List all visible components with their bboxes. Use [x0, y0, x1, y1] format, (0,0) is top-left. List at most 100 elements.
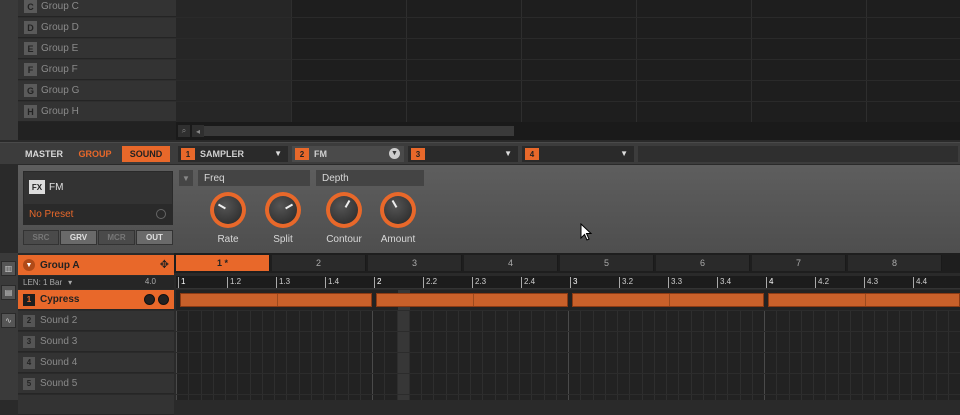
chevron-down-icon[interactable]: ▼	[504, 149, 512, 158]
waveform-icon[interactable]: ∿	[1, 313, 16, 328]
pattern-slot[interactable]: 8	[848, 255, 942, 271]
grv-button[interactable]: GRV	[60, 230, 97, 245]
chevron-down-icon[interactable]: ▼	[620, 149, 628, 158]
length-row[interactable]: LEN: 1 Bar ▾ 4.0	[18, 276, 174, 289]
grid-line	[384, 310, 386, 400]
grid-line	[406, 0, 407, 122]
sound-row-1[interactable]: 1 Cypress	[18, 290, 174, 310]
sound-row-6[interactable]	[18, 395, 174, 415]
grid-line	[825, 310, 827, 400]
contour-knob[interactable]	[326, 192, 362, 228]
note-event[interactable]	[572, 293, 764, 307]
sound-row-5[interactable]: 5 Sound 5	[18, 374, 174, 394]
slot-2[interactable]: 2 FM ▼	[292, 146, 404, 162]
grid-line	[176, 59, 960, 60]
grid-line	[421, 310, 422, 400]
slot-4[interactable]: 4 ▼	[522, 146, 634, 162]
group-a-header[interactable]: ▼ Group A ✥	[18, 255, 174, 275]
slot-1[interactable]: 1 SAMPLER ▼	[178, 146, 288, 162]
knob-indicator	[285, 203, 294, 210]
power-icon[interactable]	[144, 294, 155, 305]
group-row[interactable]: H Group H	[18, 102, 176, 122]
page-freq[interactable]: Freq	[198, 170, 310, 186]
grid-line	[678, 310, 680, 400]
timeline-ruler[interactable]: 1 1.2 1.3 1.4 2 2.2 2.3 2.4 3 3.2 3.3 3.4 4 4.2 4.3 4.4	[176, 276, 960, 289]
left-toolbar: ▥ ▤ ∿	[0, 253, 18, 400]
pattern-slot[interactable]: 1 *	[176, 255, 270, 271]
tab-group[interactable]: GROUP	[72, 146, 118, 162]
group-letter: G	[24, 84, 37, 97]
amount-knob[interactable]	[380, 192, 416, 228]
arrow-left-icon[interactable]: ◂	[192, 125, 204, 137]
arranger-grid[interactable]	[176, 0, 960, 122]
preset-bar[interactable]: No Preset	[24, 204, 172, 224]
sound-number: 3	[23, 335, 35, 348]
pattern-slot[interactable]: 3	[368, 255, 462, 271]
knob-indicator	[217, 203, 226, 210]
sound-row-3[interactable]: 3 Sound 3	[18, 332, 174, 352]
group-row[interactable]: C Group C	[18, 0, 176, 17]
pattern-slot[interactable]: 6	[656, 255, 750, 271]
page-depth[interactable]: Depth	[316, 170, 424, 186]
move-icon[interactable]: ✥	[160, 258, 169, 271]
chevron-down-icon[interactable]: ▼	[389, 148, 400, 159]
group-row[interactable]: G Group G	[18, 81, 176, 101]
grid-line	[176, 38, 960, 39]
group-row[interactable]: D Group D	[18, 18, 176, 38]
grid-line	[176, 394, 960, 395]
arranger-scrollbar[interactable]: ⌕ ◂	[176, 122, 960, 140]
sound-row-2[interactable]: 2 Sound 2	[18, 311, 174, 331]
sound-number: 2	[23, 314, 35, 327]
slot-empty[interactable]	[638, 146, 958, 162]
chevron-down-icon[interactable]: ▼	[179, 170, 193, 186]
slot-number: 3	[411, 148, 425, 160]
src-button[interactable]: SRC	[23, 230, 59, 245]
out-button[interactable]: OUT	[136, 230, 173, 245]
group-list-footer	[18, 122, 176, 140]
grid-line	[347, 310, 349, 400]
slot-3[interactable]: 3 ▼	[408, 146, 518, 162]
group-row[interactable]: F Group F	[18, 60, 176, 80]
search-icon[interactable]: ⌕	[178, 125, 190, 137]
rate-knob[interactable]	[210, 192, 246, 228]
volume-knob-icon[interactable]	[158, 294, 169, 305]
grid-line	[923, 310, 925, 400]
step-grid[interactable]	[176, 290, 960, 400]
group-row[interactable]: E Group E	[18, 39, 176, 59]
chevron-down-icon[interactable]: ▼	[274, 149, 282, 158]
search-icon[interactable]	[156, 209, 166, 219]
grid-line	[751, 0, 752, 122]
split-knob[interactable]	[265, 192, 301, 228]
pattern-slot[interactable]: 4	[464, 255, 558, 271]
pattern-slot[interactable]: 2	[272, 255, 366, 271]
keyboard-icon[interactable]: ▤	[1, 285, 16, 300]
pattern-slot[interactable]: 7	[752, 255, 846, 271]
grid-line	[372, 310, 373, 400]
sound-name: Sound 2	[40, 315, 78, 326]
sound-row-4[interactable]: 4 Sound 4	[18, 353, 174, 373]
scroll-thumb[interactable]	[204, 126, 514, 136]
note-event[interactable]	[180, 293, 372, 307]
ruler-label: 2.4	[521, 277, 535, 288]
slot-name: SAMPLER	[200, 149, 245, 159]
chevron-down-icon[interactable]: ▼	[23, 259, 35, 271]
note-event[interactable]	[376, 293, 568, 307]
grid-line	[323, 310, 324, 400]
tab-master[interactable]: MASTER	[22, 146, 66, 162]
ruler-label: 4	[766, 277, 773, 288]
note-event[interactable]	[768, 293, 960, 307]
group-letter: F	[24, 63, 37, 76]
piano-icon[interactable]: ▥	[1, 261, 16, 276]
grid-line	[359, 310, 361, 400]
plugin-box[interactable]: FX FM No Preset	[23, 171, 173, 225]
grid-line	[261, 310, 263, 400]
grid-line	[335, 310, 337, 400]
grid-line	[813, 310, 814, 400]
chevron-down-icon[interactable]: ▾	[68, 278, 72, 287]
mcr-button[interactable]: MCR	[98, 230, 135, 245]
pattern-slot[interactable]: 5	[560, 255, 654, 271]
grid-line	[445, 310, 447, 400]
tab-sound[interactable]: SOUND	[122, 146, 170, 162]
grid-line	[457, 310, 459, 400]
note-divider	[277, 294, 278, 306]
